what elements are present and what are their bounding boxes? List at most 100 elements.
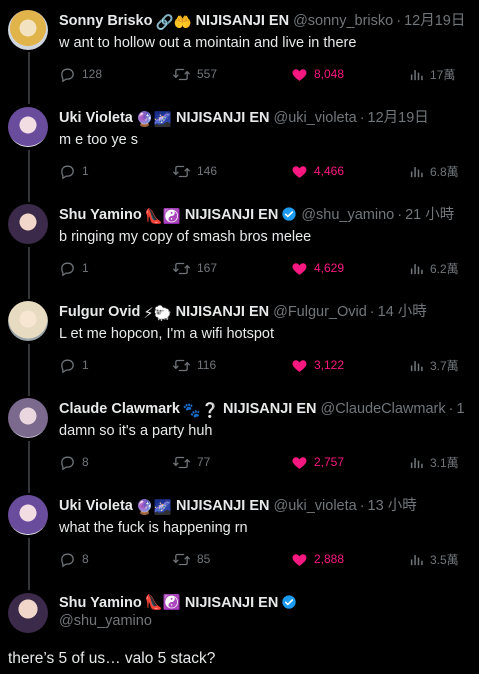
retweet-icon <box>172 551 191 568</box>
heart-icon <box>291 454 308 471</box>
avatar[interactable] <box>8 593 48 633</box>
retweet-count: 77 <box>197 455 211 469</box>
retweet-icon <box>172 260 191 277</box>
reply-count: 1 <box>82 164 89 178</box>
author-name[interactable]: Uki Violeta <box>59 498 133 514</box>
views-chart-icon <box>409 164 424 179</box>
tweet-header: Sonny Brisko 🔗🤲 NIJISANJI EN @sonny_brisko ·… <box>59 11 479 31</box>
views-button[interactable]: 3.1萬 <box>409 452 459 472</box>
reply-button[interactable]: 1 <box>59 355 89 375</box>
avatar[interactable] <box>8 301 48 341</box>
author-name[interactable]: Uki Violeta <box>59 110 133 126</box>
avatar[interactable] <box>8 398 48 438</box>
like-count: 3,122 <box>314 358 345 372</box>
name-emoji: ⚡🐑 <box>143 306 172 322</box>
action-bar: 8 77 2,757 3.1萬 <box>59 452 469 472</box>
action-bar: 1 116 3,122 3.7萬 <box>59 355 469 375</box>
name-emoji: 👠☯️ <box>144 209 181 225</box>
retweet-button[interactable]: 77 <box>172 452 210 472</box>
tweet[interactable]: Shu Yamino 👠☯️ NIJISANJI EN @shu_yamino · 21 … <box>0 194 479 291</box>
views-button[interactable]: 3.5萬 <box>409 549 459 569</box>
separator-dot: · <box>396 13 402 29</box>
retweet-count: 146 <box>197 164 218 178</box>
author-handle[interactable]: @Fulgur_Ovid <box>273 304 367 320</box>
focused-tweet-header: Shu Yamino 👠☯️ NIJISANJI EN <box>59 593 297 613</box>
tweet[interactable]: Sonny Brisko 🔗🤲 NIJISANJI EN @sonny_brisko ·… <box>0 0 479 97</box>
retweet-button[interactable]: 116 <box>172 355 216 375</box>
author-handle[interactable]: @sonny_brisko <box>293 13 393 29</box>
reply-button[interactable]: 8 <box>59 549 89 569</box>
avatar[interactable] <box>8 107 48 147</box>
tweet[interactable]: Uki Violeta 🔮🌌 NIJISANJI EN @uki_violeta · 13… <box>0 485 479 582</box>
author-name[interactable]: Claude Clawmark <box>59 401 180 417</box>
tweet-text: there’s 5 of us… valo 5 stack? <box>8 650 216 667</box>
views-chart-icon <box>409 552 424 567</box>
views-button[interactable]: 6.8萬 <box>409 161 459 181</box>
author-name[interactable]: Shu Yamino <box>59 595 142 611</box>
retweet-button[interactable]: 146 <box>172 161 217 181</box>
timestamp[interactable]: 14 小時 <box>378 304 427 320</box>
action-bar: 1 146 4,466 6.8萬 <box>59 161 469 181</box>
author-name[interactable]: Fulgur Ovid <box>59 304 140 320</box>
avatar[interactable] <box>8 495 48 535</box>
retweet-button[interactable]: 557 <box>172 64 217 84</box>
tweet-text: b ringing my copy of smash bros melee <box>59 229 312 245</box>
tweet[interactable]: Fulgur Ovid ⚡🐑 NIJISANJI EN @Fulgur_Ovid · 14… <box>0 291 479 388</box>
timestamp[interactable]: 21 小時 <box>405 207 454 223</box>
author-handle[interactable]: @uki_violeta <box>273 498 356 514</box>
reply-icon <box>59 454 76 471</box>
reply-icon <box>59 163 76 180</box>
like-count: 8,048 <box>314 67 345 81</box>
author-handle[interactable]: @ClaudeClawmark <box>320 401 445 417</box>
separator-dot: · <box>359 110 365 126</box>
tweet[interactable]: Uki Violeta 🔮🌌 NIJISANJI EN @uki_violeta · 12… <box>0 97 479 194</box>
reply-count: 1 <box>82 358 89 372</box>
like-count: 2,888 <box>314 552 345 566</box>
retweet-button[interactable]: 167 <box>172 258 217 278</box>
separator-dot: · <box>397 207 403 223</box>
author-org: NIJISANJI EN <box>175 498 270 514</box>
like-button[interactable]: 8,048 <box>291 64 344 84</box>
reply-count: 8 <box>82 455 89 469</box>
author-handle[interactable]: @uki_violeta <box>273 110 356 126</box>
like-button[interactable]: 2,757 <box>291 452 344 472</box>
like-button[interactable]: 4,466 <box>291 161 344 181</box>
name-emoji: 🔮🌌 <box>135 112 172 128</box>
timestamp[interactable]: 12月19日 <box>404 13 465 29</box>
view-count: 3.1萬 <box>430 455 459 470</box>
avatar[interactable] <box>8 10 48 50</box>
author-org: NIJISANJI EN <box>184 595 279 611</box>
reply-button[interactable]: 1 <box>59 258 89 278</box>
tweet-text: L et me hopcon, I'm a wifi hotspot <box>59 326 275 342</box>
author-handle[interactable]: @shu_yamino <box>301 207 394 223</box>
tweet[interactable]: Claude Clawmark 🐾❔ NIJISANJI EN @ClaudeClaw… <box>0 388 479 485</box>
reply-button[interactable]: 1 <box>59 161 89 181</box>
like-button[interactable]: 4,629 <box>291 258 344 278</box>
retweet-button[interactable]: 85 <box>172 549 210 569</box>
author-name[interactable]: Sonny Brisko <box>59 13 152 29</box>
heart-icon <box>291 163 308 180</box>
timestamp[interactable]: 12月19日 <box>368 110 429 126</box>
name-emoji: 👠☯️ <box>144 595 181 611</box>
like-count: 4,629 <box>314 261 345 275</box>
author-handle[interactable]: @shu_yamino <box>59 613 152 629</box>
avatar[interactable] <box>8 204 48 244</box>
tweet-text: damn so it's a party huh <box>59 423 213 439</box>
retweet-count: 557 <box>197 67 218 81</box>
reply-button[interactable]: 8 <box>59 452 89 472</box>
author-org: NIJISANJI EN <box>223 401 317 417</box>
like-button[interactable]: 2,888 <box>291 549 344 569</box>
views-button[interactable]: 17萬 <box>409 64 455 84</box>
verified-badge-icon <box>282 207 296 221</box>
reply-button[interactable]: 128 <box>59 64 102 84</box>
like-button[interactable]: 3,122 <box>291 355 344 375</box>
author-name[interactable]: Shu Yamino <box>59 207 142 223</box>
views-chart-icon <box>409 261 424 276</box>
author-org: NIJISANJI EN <box>184 207 279 223</box>
timestamp[interactable]: 1 <box>456 401 464 417</box>
tweet-header: Uki Violeta 🔮🌌 NIJISANJI EN @uki_violeta · 12… <box>59 108 479 128</box>
views-button[interactable]: 3.7萬 <box>409 355 459 375</box>
timestamp[interactable]: 13 小時 <box>368 498 417 514</box>
views-button[interactable]: 6.2萬 <box>409 258 459 278</box>
retweet-icon <box>172 163 191 180</box>
